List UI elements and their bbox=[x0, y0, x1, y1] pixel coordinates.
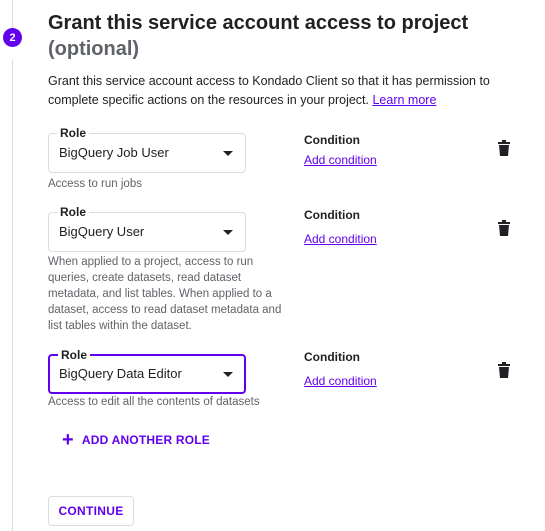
caret-down-icon bbox=[223, 230, 233, 235]
role-label: Role bbox=[57, 125, 90, 141]
trash-icon[interactable] bbox=[498, 140, 510, 156]
step-number-badge: 2 bbox=[3, 28, 22, 47]
stepper-line-top bbox=[12, 0, 13, 28]
role-select-1[interactable]: Role BigQuery Job User bbox=[48, 125, 246, 173]
step-title: Grant this service account access to pro… bbox=[48, 12, 469, 34]
caret-down-icon bbox=[223, 372, 233, 377]
role-label: Role bbox=[58, 347, 91, 363]
stepper-line-bottom bbox=[12, 60, 13, 531]
step-subtitle: (optional) bbox=[48, 38, 140, 60]
plus-icon: + bbox=[62, 429, 74, 451]
role-helper-3: Access to edit all the contents of datas… bbox=[48, 396, 260, 408]
role-value: BigQuery User bbox=[59, 224, 145, 239]
add-another-role-button[interactable]: + ADD ANOTHER ROLE bbox=[62, 429, 210, 451]
role-value: BigQuery Job User bbox=[59, 145, 169, 160]
add-condition-link-2[interactable]: Add condition bbox=[304, 232, 377, 246]
caret-down-icon bbox=[223, 151, 233, 156]
add-condition-link-3[interactable]: Add condition bbox=[304, 374, 377, 388]
step-description: Grant this service account access to Kon… bbox=[48, 72, 528, 110]
condition-title-1: Condition bbox=[304, 133, 360, 147]
role-helper-1: Access to run jobs bbox=[48, 178, 142, 190]
trash-icon[interactable] bbox=[498, 220, 510, 236]
condition-title-3: Condition bbox=[304, 350, 360, 364]
role-select-2[interactable]: Role BigQuery User bbox=[48, 204, 246, 252]
condition-title-2: Condition bbox=[304, 208, 360, 222]
role-value: BigQuery Data Editor bbox=[59, 366, 182, 381]
continue-button[interactable]: CONTINUE bbox=[48, 496, 134, 526]
add-role-label: ADD ANOTHER ROLE bbox=[81, 433, 210, 447]
role-label: Role bbox=[57, 204, 90, 220]
role-helper-2: When applied to a project, access to run… bbox=[48, 256, 282, 332]
role-select-3[interactable]: Role BigQuery Data Editor bbox=[48, 347, 246, 394]
learn-more-link[interactable]: Learn more bbox=[372, 93, 436, 107]
add-condition-link-1[interactable]: Add condition bbox=[304, 153, 377, 167]
trash-icon[interactable] bbox=[498, 362, 510, 378]
